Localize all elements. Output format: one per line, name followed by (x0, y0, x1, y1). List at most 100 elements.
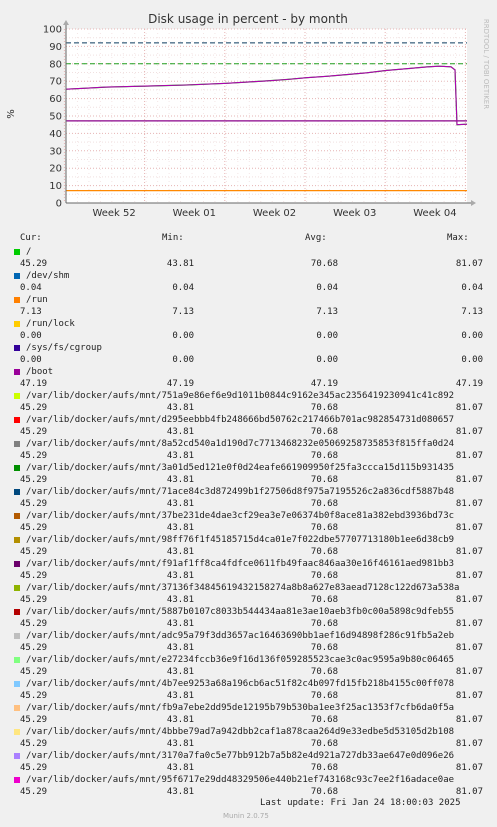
legend-entry-name: /var/lib/docker/aufs/mnt/8a52cd540a1d190… (26, 439, 455, 449)
y-tick-label: 50 (49, 112, 62, 123)
legend-value-min: 43.81 (166, 451, 194, 461)
legend-entry-name: /var/lib/docker/aufs/mnt/e27234fccb36e9f… (26, 655, 455, 665)
legend-entry-name: / (26, 247, 32, 257)
legend-entry: /var/lib/docker/aufs/mnt/3a01d5ed121e0f0… (14, 463, 497, 475)
legend-value-avg: 47.19 (310, 379, 338, 389)
legend-value-avg: 70.68 (310, 715, 338, 725)
legend-swatch (14, 393, 20, 399)
legend-value-avg: 70.68 (310, 595, 338, 605)
y-tick-label: 100 (43, 25, 62, 36)
legend-swatch (14, 561, 20, 567)
legend-value-avg: 70.68 (310, 403, 338, 413)
y-tick-label: 80 (49, 59, 62, 70)
legend-swatch (14, 321, 20, 327)
legend-value-avg: 70.68 (310, 739, 338, 749)
y-tick-label: 0 (56, 199, 62, 210)
legend-entry: /var/lib/docker/aufs/mnt/e27234fccb36e9f… (14, 655, 497, 667)
legend-entry-name: /boot (26, 367, 54, 377)
legend-value-avg: 70.68 (310, 259, 338, 269)
legend-value-max: 81.07 (455, 691, 483, 701)
legend-value-min: 0.00 (172, 355, 194, 365)
legend-swatch (14, 705, 20, 711)
y-tick-label: 30 (49, 146, 62, 157)
x-tick-label: Week 52 (92, 208, 135, 219)
legend-entry: /var/lib/docker/aufs/mnt/4b7ee9253a68a19… (14, 679, 497, 691)
legend-entry-name: /var/lib/docker/aufs/mnt/d295eebbb4fb248… (26, 415, 455, 425)
legend-entry-name: /run/lock (26, 319, 75, 329)
legend-swatch (14, 465, 20, 471)
x-ticks: Week 52 Week 01 Week 02 Week 03 Week 04 (92, 208, 456, 219)
legend-value-avg: 70.68 (310, 451, 338, 461)
legend-value-avg: 0.00 (316, 355, 338, 365)
legend-header-avg: Avg: (305, 233, 327, 243)
legend-entry-name: /var/lib/docker/aufs/mnt/4b7ee9253a68a19… (26, 679, 455, 689)
legend-value-min: 43.81 (166, 547, 194, 557)
legend-header-max: Max: (447, 233, 469, 243)
y-tick-label: 40 (49, 129, 62, 140)
legend-value-min: 0.04 (172, 283, 194, 293)
legend-value-max: 81.07 (455, 619, 483, 629)
legend-value-max: 81.07 (455, 547, 483, 557)
legend-swatch (14, 537, 20, 543)
legend-value-max: 81.07 (455, 667, 483, 677)
rrdtool-side-label: RRDTOOL / TOBI OETIKER (482, 19, 490, 109)
legend-value-min: 7.13 (172, 307, 194, 317)
x-axis-arrow (471, 200, 476, 206)
legend-value-min: 43.81 (166, 595, 194, 605)
legend-value-avg: 70.68 (310, 691, 338, 701)
x-tick-label: Week 01 (173, 208, 216, 219)
legend-entry: /var/lib/docker/aufs/mnt/3170a7fa0c5e77b… (14, 751, 497, 763)
legend-entry: /run/lock (14, 319, 497, 331)
legend-entry: / (14, 247, 497, 259)
legend-entry-name: /var/lib/docker/aufs/mnt/98ff76f1f451857… (26, 535, 455, 545)
legend-swatch (14, 369, 20, 375)
legend-value-max: 81.07 (455, 475, 483, 485)
legend-value-max: 81.07 (455, 523, 483, 533)
legend-entry: /var/lib/docker/aufs/mnt/71ace84c3d87249… (14, 487, 497, 499)
legend-value-avg: 70.68 (310, 643, 338, 653)
legend-value-avg: 70.68 (310, 499, 338, 509)
last-update: Last update: Fri Jan 24 18:00:03 2025 (260, 798, 461, 808)
munin-version: Munin 2.0.75 (223, 812, 269, 820)
legend-entry: /var/lib/docker/aufs/mnt/d295eebbb4fb248… (14, 415, 497, 427)
legend-value-avg: 0.04 (316, 283, 338, 293)
legend-swatch (14, 417, 20, 423)
legend-value-max: 81.07 (455, 427, 483, 437)
legend-swatch (14, 633, 20, 639)
legend-value-min: 43.81 (166, 763, 194, 773)
y-tick-label: 70 (49, 77, 62, 88)
legend-value-max: 81.07 (455, 643, 483, 653)
legend-entry-name: /var/lib/docker/aufs/mnt/fb9a7ebe2dd95de… (26, 703, 455, 713)
legend-swatch (14, 441, 20, 447)
legend-value-max: 7.13 (461, 307, 483, 317)
legend-value-min: 43.81 (166, 667, 194, 677)
legend-entry: /var/lib/docker/aufs/mnt/f91af1ff8ca4fdf… (14, 559, 497, 571)
legend-swatch (14, 729, 20, 735)
legend-entry-name: /var/lib/docker/aufs/mnt/95f6717e29dd483… (26, 775, 455, 785)
legend-value-min: 43.81 (166, 427, 194, 437)
legend-value-min: 43.81 (166, 787, 194, 797)
legend-value-avg: 70.68 (310, 427, 338, 437)
legend-entry: /var/lib/docker/aufs/mnt/37be231de4dae3c… (14, 511, 497, 523)
legend-value-max: 0.04 (461, 283, 483, 293)
legend-value-max: 81.07 (455, 763, 483, 773)
x-tick-label: Week 03 (333, 208, 376, 219)
legend-entry: /boot (14, 367, 497, 379)
legend-entry-name: /var/lib/docker/aufs/mnt/751a9e86ef6e9d1… (26, 391, 455, 401)
legend-value-min: 47.19 (166, 379, 194, 389)
disk-usage-chart: Disk usage in percent - by month RRDTOOL… (6, 12, 490, 219)
legend-swatch (14, 489, 20, 495)
y-axis-arrow (63, 20, 69, 25)
legend-entry: /var/lib/docker/aufs/mnt/5887b0107c8033b… (14, 607, 497, 619)
legend-value-min: 43.81 (166, 715, 194, 725)
legend-entry-name: /dev/shm (26, 271, 70, 281)
legend-swatch (14, 753, 20, 759)
legend-value-max: 81.07 (455, 403, 483, 413)
legend-value-min: 43.81 (166, 739, 194, 749)
legend-entry-name: /var/lib/docker/aufs/mnt/37136f348456194… (26, 583, 460, 593)
legend-value-max: 81.07 (455, 595, 483, 605)
legend-value-min: 43.81 (166, 523, 194, 533)
legend-value-max: 81.07 (455, 451, 483, 461)
x-tick-label: Week 04 (413, 208, 456, 219)
legend-entry-name: /var/lib/docker/aufs/mnt/adc95a79f3dd365… (26, 631, 455, 641)
